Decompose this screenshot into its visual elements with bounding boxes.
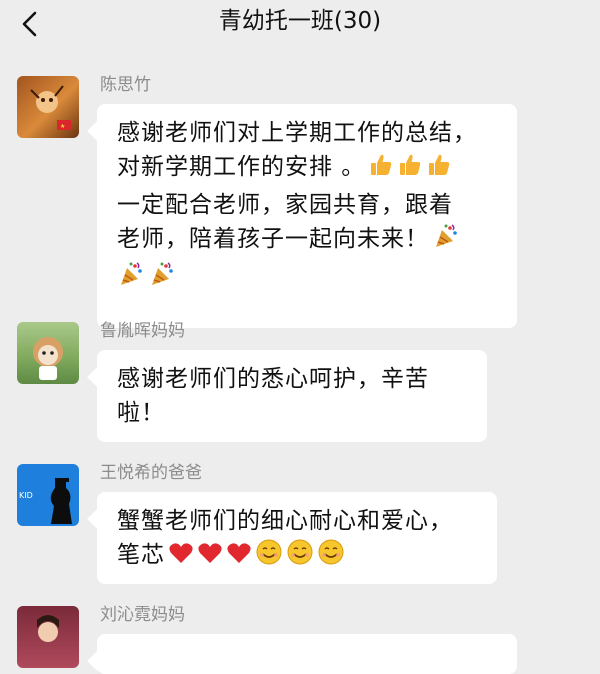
avatar-image: [33, 337, 63, 380]
message-line: 感谢老师们的悉心呵护，辛苦: [117, 366, 429, 392]
chat-title: 青幼托一班(30): [218, 8, 382, 34]
chat-header: 青幼托一班(30): [0, 0, 600, 48]
message-bubble[interactable]: 感谢老师们的悉心呵护，辛苦 啦！: [97, 350, 487, 442]
svg-text:★: ★: [60, 123, 65, 130]
smile-icon: [317, 538, 345, 576]
heart-icon: [226, 540, 252, 576]
avatar[interactable]: [17, 606, 79, 668]
message-line: 老师，陪着孩子一起向未来！: [117, 222, 501, 260]
message-line: 啦！: [117, 400, 165, 426]
thumbs-up-icon: [368, 152, 394, 188]
party-popper-icon: [432, 222, 460, 260]
avatar[interactable]: ★: [17, 76, 79, 138]
message-bubble[interactable]: 蟹蟹老师们的细心耐心和爱心， 笔芯: [97, 492, 497, 584]
avatar[interactable]: [17, 322, 79, 384]
sender-name: 鲁胤晖妈妈: [100, 321, 185, 341]
message-bubble[interactable]: 感谢老师们对上学期工作的总结， 对新学期工作的安排 。 一定配合老师，家园共育，…: [97, 104, 517, 328]
message-line: [117, 260, 501, 298]
avatar[interactable]: KID: [17, 464, 79, 526]
heart-icon: [168, 540, 194, 576]
sender-name: 陈思竹: [100, 75, 151, 95]
message-line: 笔芯: [117, 538, 481, 576]
party-popper-icon: [148, 260, 176, 298]
thumbs-up-icon: [426, 152, 452, 188]
avatar-image: [37, 615, 59, 642]
svg-text:KID: KID: [19, 491, 33, 500]
smile-icon: [255, 538, 283, 576]
message-bubble[interactable]: [97, 634, 517, 674]
avatar-image: KID: [19, 478, 72, 524]
sender-name: 王悦希的爸爸: [100, 463, 202, 483]
message-line: 感谢老师们对上学期工作的总结，: [117, 120, 477, 146]
thumbs-up-icon: [397, 152, 423, 188]
sender-name: 刘沁霓妈妈: [100, 605, 185, 625]
party-popper-icon: [117, 260, 145, 298]
heart-icon: [197, 540, 223, 576]
message-line: 对新学期工作的安排 。: [117, 150, 501, 188]
smile-icon: [286, 538, 314, 576]
avatar-image: ★: [30, 85, 71, 130]
message-line: 一定配合老师，家园共育，跟着: [117, 192, 453, 218]
message-line: 蟹蟹老师们的细心耐心和爱心，: [117, 508, 453, 534]
